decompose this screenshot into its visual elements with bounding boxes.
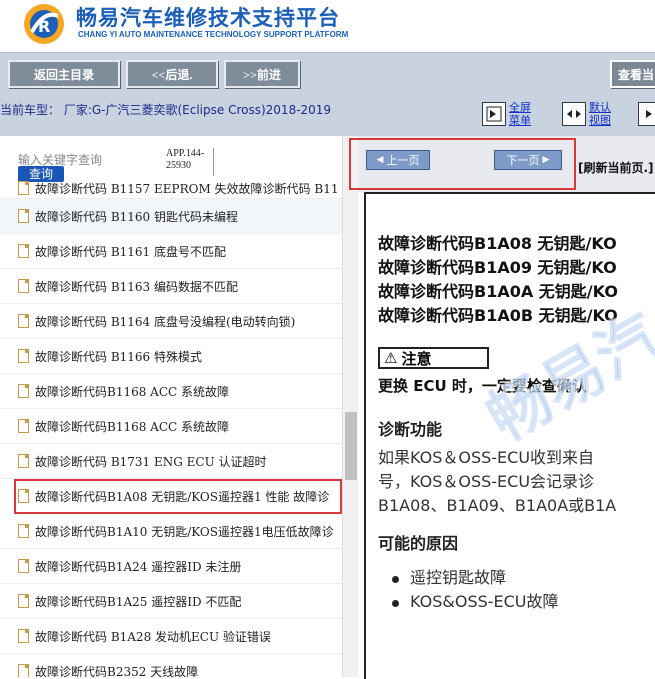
list-item[interactable]: 故障诊断代码 B1163 编码数据不匹配 — [0, 269, 342, 304]
list-item[interactable]: 故障诊断代码B1168 ACC 系统故障 — [0, 374, 342, 409]
list-item-label: 故障诊断代码B1168 ACC 系统故障 — [35, 419, 230, 434]
document-icon — [18, 314, 29, 328]
document-icon — [18, 244, 29, 258]
caution-block: ⚠ 注意 — [378, 346, 655, 370]
list-item-selected[interactable]: 故障诊断代码B1A08 无钥匙/KOS遥控器1 性能 故障诊 — [14, 479, 342, 514]
list-item-label: 故障诊断代码B1A24 遥控器ID 未注册 — [35, 559, 242, 574]
fullscreen-label-1: 全屏 — [509, 101, 531, 114]
list-item[interactable]: 故障诊断代码 B1161 底盘号不匹配 — [0, 234, 342, 269]
list-item[interactable]: 故障诊断代码 B1157 EEPROM 失效故障诊断代码 B11 — [0, 178, 342, 199]
list-item[interactable]: 故障诊断代码B1168 ACC 系统故障 — [0, 409, 342, 444]
dtc-title: 故障诊断代码B1A09 无钥匙/KO — [378, 258, 617, 277]
list-item-label: 故障诊断代码B1168 ACC 系统故障 — [35, 384, 230, 399]
cause-item: KOS&OSS-ECU故障 — [392, 590, 655, 614]
document-icon — [18, 419, 29, 433]
extra-view-icon[interactable] — [638, 102, 655, 126]
back-button[interactable]: <<后退. — [126, 60, 218, 88]
list-item-label: 故障诊断代码B1A25 遥控器ID 不匹配 — [35, 594, 242, 609]
default-label-2: 视图 — [589, 114, 611, 127]
list-item[interactable]: 故障诊断代码 B1164 底盘号没编程(电动转向锁) — [0, 304, 342, 339]
list-item[interactable]: 故障诊断代码B2352 天线故障 — [0, 654, 342, 677]
list-item-label: 故障诊断代码 B1161 底盘号不匹配 — [35, 244, 226, 259]
warning-icon: ⚠ — [384, 349, 398, 367]
forward-button[interactable]: >>前进 — [224, 60, 300, 88]
fullscreen-icon[interactable] — [482, 102, 506, 126]
app-code-line-1: APP.144- — [166, 148, 205, 159]
document-icon — [18, 559, 29, 573]
app-code-line-2: 25930 — [166, 160, 191, 171]
document-icon — [18, 454, 29, 468]
document-icon — [18, 181, 29, 195]
scroll-thumb[interactable] — [345, 412, 357, 480]
document-icon — [18, 664, 29, 677]
default-label-1: 默认 — [589, 101, 611, 114]
right-panel: ◀ 上一页 下一页 ▶ [刷新当前页.] 故障诊断代码B1A08 无钥匙/KO … — [349, 136, 655, 679]
document-icon — [18, 384, 29, 398]
document-icon — [18, 209, 29, 223]
diag-line: B1A08、B1A09、B1A0A或B1A — [378, 496, 617, 515]
nav-highlight-box — [349, 138, 576, 190]
list-item-label: 故障诊断代码B1A10 无钥匙/KOS遥控器1电压低故障诊 — [35, 524, 334, 539]
document-icon — [18, 594, 29, 608]
causes-heading: 可能的原因 — [378, 534, 459, 553]
caution-text: 更换 ECU 时，一定要检查确认 — [378, 377, 587, 395]
vehicle-bar: 当前车型： 厂家:G-广汽三菱奕歌(Eclipse Cross)2018-201… — [0, 96, 655, 136]
list-item[interactable]: 故障诊断代码 B1166 特殊模式 — [0, 339, 342, 374]
list-item[interactable]: 故障诊断代码 B1160 钥匙代码未编程 — [0, 199, 342, 234]
header: R 畅易汽车维修技术支持平台 CHANG YI AUTO MAINTENANCE… — [0, 0, 655, 52]
dtc-title: 故障诊断代码B1A08 无钥匙/KO — [378, 234, 617, 253]
list-item-label: 故障诊断代码 B1A28 发动机ECU 验证错误 — [35, 629, 271, 644]
diag-line: 号，KOS＆OSS-ECU会记录诊 — [378, 472, 595, 491]
toolbar: 返回主目录 <<后退. >>前进 查看当 — [0, 52, 655, 97]
document-content: 故障诊断代码B1A08 无钥匙/KO 故障诊断代码B1A09 无钥匙/KO 故障… — [378, 232, 655, 614]
list-item-label: 故障诊断代码 B1157 EEPROM 失效故障诊断代码 B11 — [35, 181, 339, 196]
cause-item: 遥控钥匙故障 — [392, 566, 655, 590]
list-item[interactable]: 故障诊断代码 B1731 ENG ECU 认证超时 — [0, 444, 342, 479]
home-button[interactable]: 返回主目录 — [8, 60, 120, 88]
diag-heading: 诊断功能 — [378, 420, 443, 439]
document-icon — [18, 349, 29, 363]
default-view-link[interactable]: 默认 视图 — [589, 101, 611, 127]
page-nav-strip: ◀ 上一页 下一页 ▶ [刷新当前页.] — [349, 136, 655, 192]
caution-box: ⚠ 注意 — [378, 347, 490, 369]
platform-title: 畅易汽车维修技术支持平台 — [76, 6, 340, 30]
document-icon — [18, 279, 29, 293]
list-item-label: 故障诊断代码B2352 天线故障 — [35, 664, 199, 678]
list-item-label: 故障诊断代码 B1164 底盘号没编程(电动转向锁) — [35, 314, 296, 329]
fullscreen-menu-link[interactable]: 全屏 菜单 — [509, 101, 531, 127]
current-vehicle: 当前车型： 厂家:G-广汽三菱奕歌(Eclipse Cross)2018-201… — [0, 103, 332, 117]
divider — [213, 148, 214, 176]
list-item-label: 故障诊断代码 B1160 钥匙代码未编程 — [35, 209, 238, 224]
caution-label: 注意 — [401, 349, 432, 368]
dtc-list: 故障诊断代码 B1157 EEPROM 失效故障诊断代码 B11 故障诊断代码 … — [0, 181, 342, 677]
list-item[interactable]: 故障诊断代码B1A24 遥控器ID 未注册 — [0, 549, 342, 584]
left-panel: 输入关键字查询 查询 APP.144- 25930 故障诊断代码 B1157 E… — [0, 136, 358, 677]
app-code: APP.144- 25930 — [166, 148, 204, 172]
search-area: 输入关键字查询 查询 APP.144- 25930 — [0, 136, 340, 184]
fullscreen-label-2: 菜单 — [509, 114, 531, 127]
causes-list: 遥控钥匙故障 KOS&OSS-ECU故障 — [392, 566, 655, 614]
list-item-label: 故障诊断代码 B1166 特殊模式 — [35, 349, 202, 364]
document-icon — [18, 524, 29, 538]
dtc-title: 故障诊断代码B1A0A 无钥匙/KO — [378, 282, 618, 301]
list-item-label: 故障诊断代码 B1163 编码数据不匹配 — [35, 279, 238, 294]
list-item[interactable]: 故障诊断代码B1A10 无钥匙/KOS遥控器1电压低故障诊 — [0, 514, 342, 549]
list-item-label: 故障诊断代码 B1731 ENG ECU 认证超时 — [35, 454, 267, 469]
view-current-button[interactable]: 查看当 — [610, 60, 655, 88]
diag-paragraph: 如果KOS＆OSS-ECU收到来自 号，KOS＆OSS-ECU会记录诊 B1A0… — [378, 446, 655, 518]
svg-text:R: R — [38, 17, 50, 36]
logo-icon: R — [24, 4, 64, 44]
platform-subtitle: CHANG YI AUTO MAINTENANCE TECHNOLOGY SUP… — [78, 30, 349, 39]
list-item[interactable]: 故障诊断代码B1A25 遥控器ID 不匹配 — [0, 584, 342, 619]
default-view-icon[interactable] — [562, 102, 586, 126]
document-icon — [18, 629, 29, 643]
document-icon — [18, 489, 29, 503]
diag-line: 如果KOS＆OSS-ECU收到来自 — [378, 448, 595, 467]
dtc-title: 故障诊断代码B1A0B 无钥匙/KO — [378, 306, 618, 325]
list-scrollbar[interactable] — [342, 136, 358, 677]
refresh-link[interactable]: [刷新当前页.] — [578, 159, 654, 176]
list-item-label: 故障诊断代码B1A08 无钥匙/KOS遥控器1 性能 故障诊 — [35, 489, 330, 504]
list-item[interactable]: 故障诊断代码 B1A28 发动机ECU 验证错误 — [0, 619, 342, 654]
